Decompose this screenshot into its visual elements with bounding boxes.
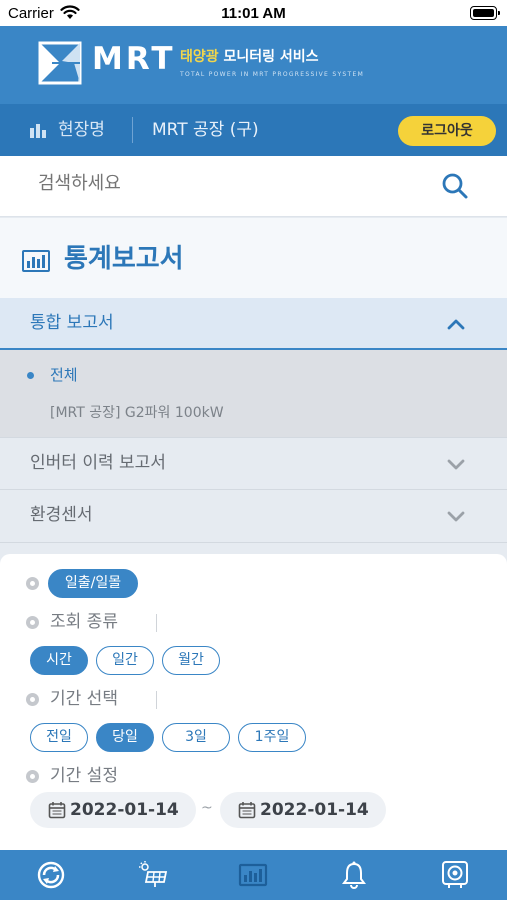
period-1week-button[interactable]: 1주일 — [238, 723, 306, 752]
query-month-button[interactable]: 월간 — [162, 646, 220, 675]
settings-device-icon[interactable] — [440, 860, 470, 890]
calendar-icon — [238, 801, 256, 823]
refresh-icon[interactable] — [36, 860, 66, 890]
service-title: 태양광 모니터링 서비스 — [180, 48, 319, 66]
radio-icon — [26, 770, 39, 783]
sunrise-sunset-toggle[interactable]: 일출/일몰 — [48, 569, 138, 598]
logo-wordmark: MRT — [92, 41, 176, 77]
selected-bullet — [27, 372, 34, 379]
service-title-highlight: 태양광 — [180, 49, 219, 65]
chevron-up-icon — [446, 316, 466, 335]
battery-icon — [470, 6, 500, 20]
period-yesterday-button[interactable]: 전일 — [30, 723, 88, 752]
accordion-inverter-history[interactable]: 인버터 이력 보고서 — [0, 437, 507, 489]
radio-icon — [26, 693, 39, 706]
report-chart-icon[interactable] — [238, 860, 268, 890]
chevron-down-icon — [446, 509, 466, 528]
mrt-logo-icon — [38, 40, 82, 86]
site-label: 현장명 — [58, 120, 105, 140]
end-date-value: 2022-01-14 — [260, 800, 369, 820]
start-date-picker[interactable]: 2022-01-14 — [30, 792, 196, 828]
report-item-all[interactable]: 전체 — [50, 366, 78, 384]
filter-card: 일출/일몰 조회 종류 시간 일간 월간 기간 선택 전일 당일 3일 1주일 … — [0, 554, 507, 850]
radio-icon — [26, 616, 39, 629]
bell-icon[interactable] — [339, 860, 369, 890]
report-icon — [22, 250, 50, 276]
page-title: 통계보고서 — [64, 244, 184, 274]
calendar-icon — [48, 801, 66, 823]
period-3days-button[interactable]: 3일 — [162, 723, 230, 752]
accordion-label: 통합 보고서 — [30, 313, 114, 333]
divider — [156, 691, 157, 709]
site-bar: 현장명 MRT 공장 (구) 로그아웃 — [0, 104, 507, 156]
service-subtitle: TOTAL POWER IN MRT PROGRESSIVE SYSTEM — [180, 71, 365, 78]
search-icon[interactable] — [441, 172, 469, 204]
page-header: 통계보고서 — [0, 218, 507, 298]
site-name-selector[interactable]: MRT 공장 (구) — [152, 120, 259, 140]
accordion-environment-sensor[interactable]: 환경센서 — [0, 489, 507, 543]
status-bar: Carrier 11:01 AM — [0, 0, 507, 26]
period-select-label: 기간 선택 — [50, 689, 118, 709]
query-day-button[interactable]: 일간 — [96, 646, 154, 675]
date-separator: ~ — [201, 800, 213, 816]
solar-panel-icon[interactable] — [138, 860, 168, 890]
site-divider — [132, 117, 133, 143]
logout-button[interactable]: 로그아웃 — [398, 116, 496, 146]
period-today-button[interactable]: 당일 — [96, 723, 154, 752]
search-input[interactable] — [38, 173, 418, 194]
radio-icon — [26, 577, 39, 590]
report-item-device[interactable]: [MRT 공장] G2파워 100kW — [50, 404, 224, 422]
accordion-label: 인버터 이력 보고서 — [30, 453, 166, 473]
accordion-integrated-report[interactable]: 통합 보고서 — [0, 298, 507, 350]
query-type-label: 조회 종류 — [50, 612, 118, 632]
clock: 11:01 AM — [221, 5, 286, 22]
accordion-body: 전체 [MRT 공장] G2파워 100kW — [0, 350, 507, 437]
chevron-down-icon — [446, 457, 466, 476]
search-bar — [0, 156, 507, 217]
service-title-rest: 모니터링 서비스 — [218, 49, 319, 65]
period-setting-label: 기간 설정 — [50, 766, 118, 786]
bar-chart-icon — [30, 122, 50, 142]
divider — [156, 614, 157, 632]
end-date-picker[interactable]: 2022-01-14 — [220, 792, 386, 828]
start-date-value: 2022-01-14 — [70, 800, 179, 820]
bottom-nav — [0, 850, 507, 900]
query-hour-button[interactable]: 시간 — [30, 646, 88, 675]
app-header: MRT 태양광 모니터링 서비스 TOTAL POWER IN MRT PROG… — [0, 26, 507, 104]
accordion-label: 환경센서 — [30, 505, 93, 525]
